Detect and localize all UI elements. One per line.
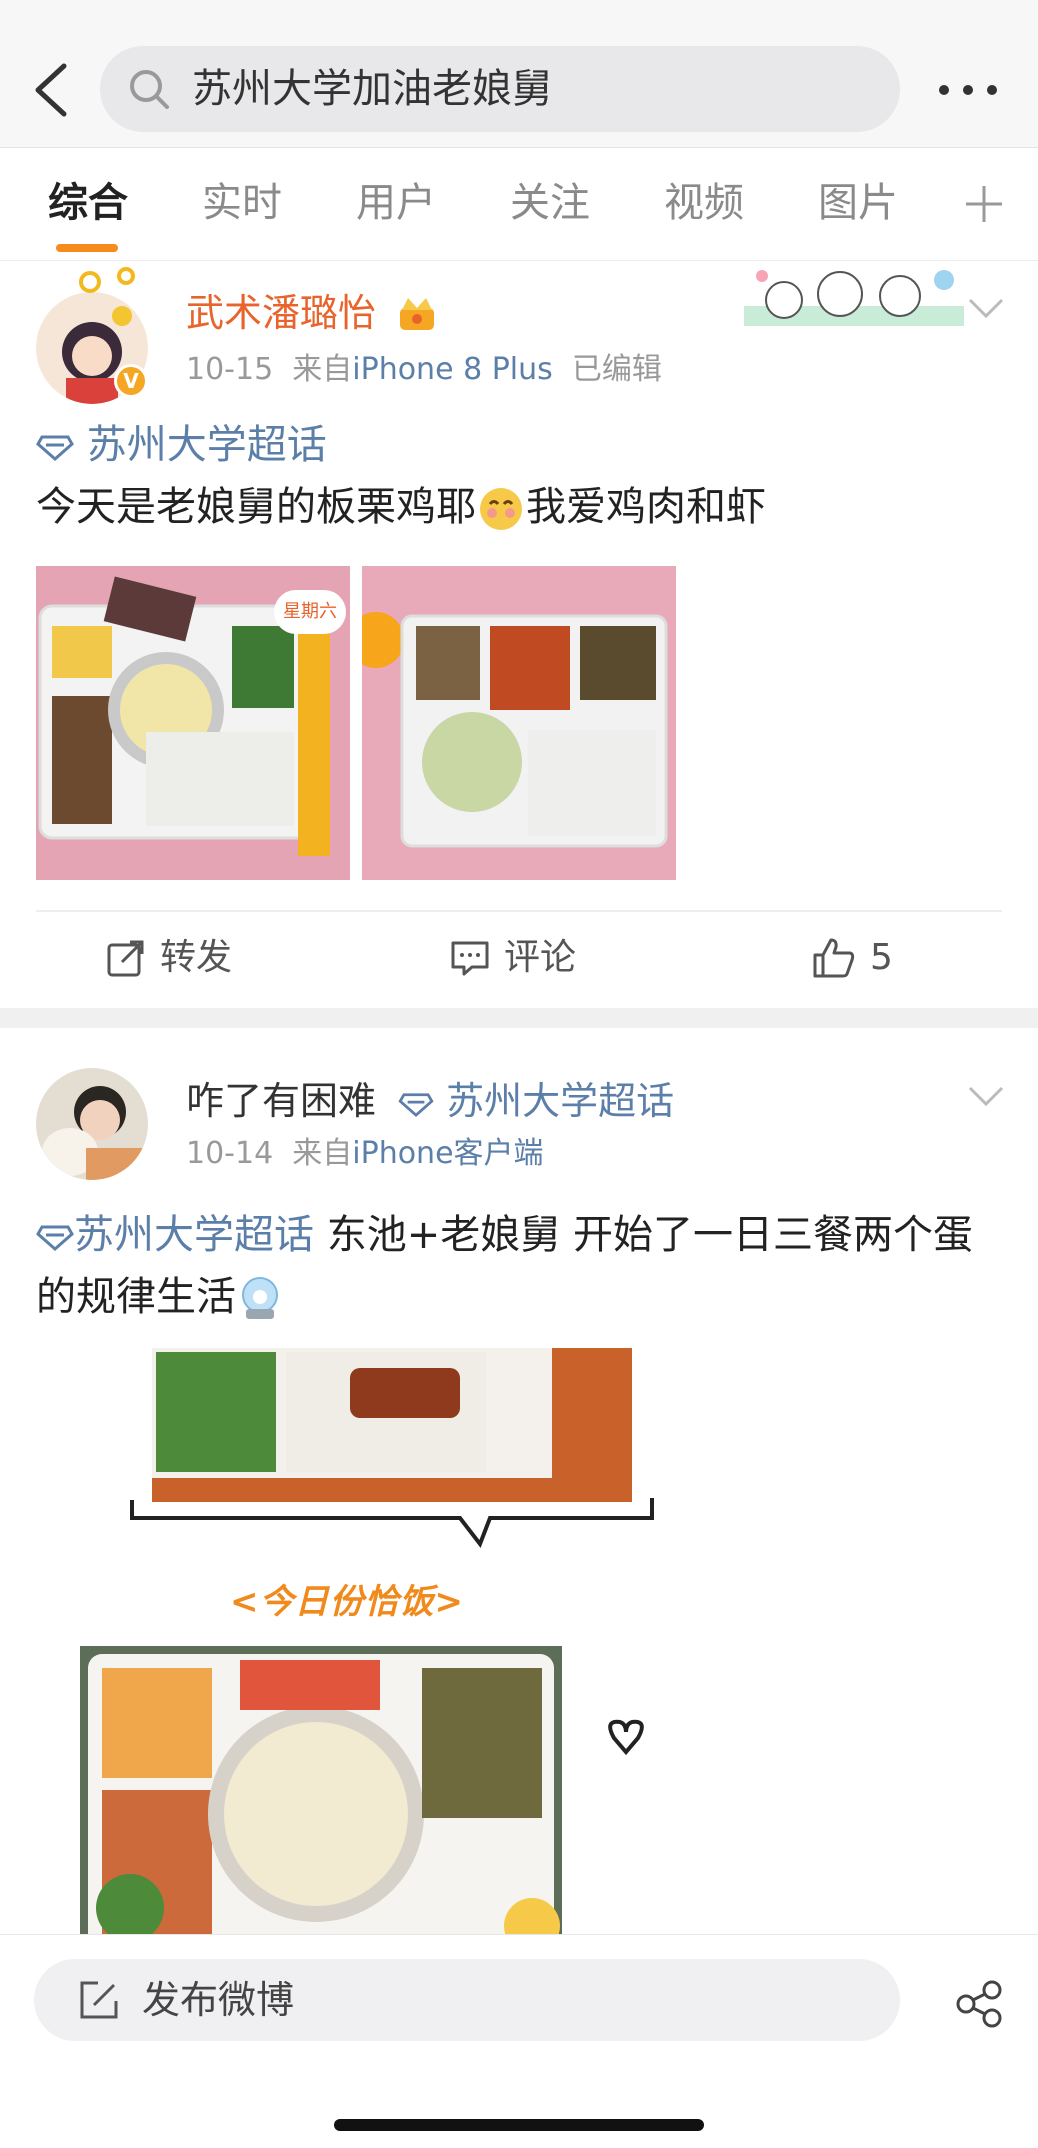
repost-icon <box>107 940 144 977</box>
comment-icon <box>451 941 489 976</box>
post-date: 10-15 <box>186 352 274 387</box>
post-text-part2: 我爱鸡肉和虾 <box>526 484 766 530</box>
food-tray-image <box>362 612 668 848</box>
post-body: 苏州大学超话 东池+老娘舅 开始了一日三餐两个蛋的规律生活 <box>36 1204 1002 1328</box>
more-dots-icon <box>939 85 997 95</box>
search-query: 苏州大学加油老娘舅 <box>192 66 552 112</box>
bottom-bar: 发布微博 <box>0 1934 1038 2148</box>
tab-bar: 综合 实时 用户 关注 视频 图片 <box>0 148 1038 261</box>
cat-sticker-decoration <box>744 270 964 326</box>
post-card: 咋了有困难 苏州大学超话 10-14 来自iPhone客户端 苏州大学超话 东池… <box>0 1028 1038 1934</box>
super-topic-diamond-icon <box>36 1225 74 1252</box>
snow-globe-emoji-icon <box>242 1277 278 1319</box>
feed-separator <box>0 1008 1038 1028</box>
image-caption: <今日份恰饭> <box>230 1582 464 1622</box>
tab-videos[interactable]: 视频 <box>664 178 744 228</box>
crown-decoration-icon <box>79 267 135 293</box>
post-image-1[interactable]: 星期六 <box>36 566 350 880</box>
post-topic-label: 苏州大学超话 <box>74 1212 314 1258</box>
blush-emoji-icon <box>480 488 522 530</box>
post-topic-label: 苏州大学超话 <box>86 422 327 468</box>
tab-users[interactable]: 用户 <box>356 178 436 228</box>
like-count: 5 <box>870 937 893 978</box>
verified-badge-icon: V <box>114 364 148 398</box>
post-topic-link[interactable]: 苏州大学超话 <box>36 420 327 470</box>
post-edited: 已编辑 <box>571 352 662 387</box>
home-indicator[interactable] <box>334 2119 704 2131</box>
post-body: 今天是老娘舅的板栗鸡耶 我爱鸡肉和虾 <box>36 476 996 538</box>
more-button[interactable] <box>936 80 1000 100</box>
post-meta: 10-14 来自iPhone客户端 <box>186 1136 544 1172</box>
post-meta: 10-15 来自iPhone 8 Plus 已编辑 <box>186 352 662 388</box>
vip-crown-icon <box>400 298 434 330</box>
back-button[interactable] <box>24 52 84 128</box>
day-badge: 星期六 <box>274 590 346 634</box>
chevron-down-icon[interactable] <box>966 296 1006 322</box>
edit-icon <box>80 1981 118 2019</box>
post-image-collage[interactable]: <今日份恰饭> 晚餐 <box>80 1348 660 1934</box>
tab-images[interactable]: 图片 <box>818 178 898 228</box>
post-text-part1: 今天是老娘舅的板栗鸡耶 <box>36 484 476 530</box>
like-button[interactable]: 5 <box>812 936 893 980</box>
repost-button[interactable]: 转发 <box>106 936 232 980</box>
thumbs-up-icon <box>813 938 855 978</box>
post-source[interactable]: iPhone 8 Plus <box>352 352 553 387</box>
avatar[interactable] <box>36 1068 148 1180</box>
post-card: V 武术潘璐怡 10-15 来自iPhone 8 Plus 已编辑 苏州大学超话… <box>0 262 1038 1008</box>
plus-icon[interactable] <box>964 184 1004 224</box>
post-date: 10-14 <box>186 1136 274 1171</box>
post-from: 来自 <box>292 352 353 387</box>
post-username[interactable]: 武术潘璐怡 <box>186 290 376 336</box>
chevron-left-icon <box>35 63 67 117</box>
super-topic-diamond-icon <box>398 1092 434 1117</box>
avatar-photo <box>36 1068 148 1180</box>
post-source[interactable]: iPhone客户端 <box>352 1136 543 1171</box>
post-divider <box>36 910 1002 912</box>
compose-weibo-button[interactable]: 发布微博 <box>34 1959 900 2041</box>
tab-active-indicator <box>56 244 118 252</box>
search-icon <box>130 70 169 109</box>
tab-following[interactable]: 关注 <box>510 178 590 228</box>
comment-button[interactable]: 评论 <box>450 936 576 980</box>
meal-collage-image <box>80 1348 654 1934</box>
post-from: 来自 <box>292 1136 353 1171</box>
compose-label: 发布微博 <box>142 1978 295 2022</box>
post-header-topic-link[interactable]: 苏州大学超话 <box>398 1076 674 1126</box>
post-header-topic-label: 苏州大学超话 <box>446 1079 675 1123</box>
super-topic-diamond-icon <box>36 435 74 462</box>
repost-label: 转发 <box>160 937 233 978</box>
top-bar: 苏州大学加油老娘舅 <box>0 0 1038 148</box>
post-username[interactable]: 咋了有困难 <box>186 1078 376 1124</box>
share-icon[interactable] <box>954 1979 1004 2029</box>
chevron-down-icon[interactable] <box>966 1084 1006 1110</box>
comment-label: 评论 <box>504 937 577 978</box>
tab-realtime[interactable]: 实时 <box>202 178 282 228</box>
search-input[interactable]: 苏州大学加油老娘舅 <box>100 46 900 132</box>
tab-comprehensive[interactable]: 综合 <box>48 178 128 228</box>
post-topic-link[interactable]: 苏州大学超话 <box>36 1212 314 1258</box>
post-image-2[interactable] <box>362 566 676 880</box>
